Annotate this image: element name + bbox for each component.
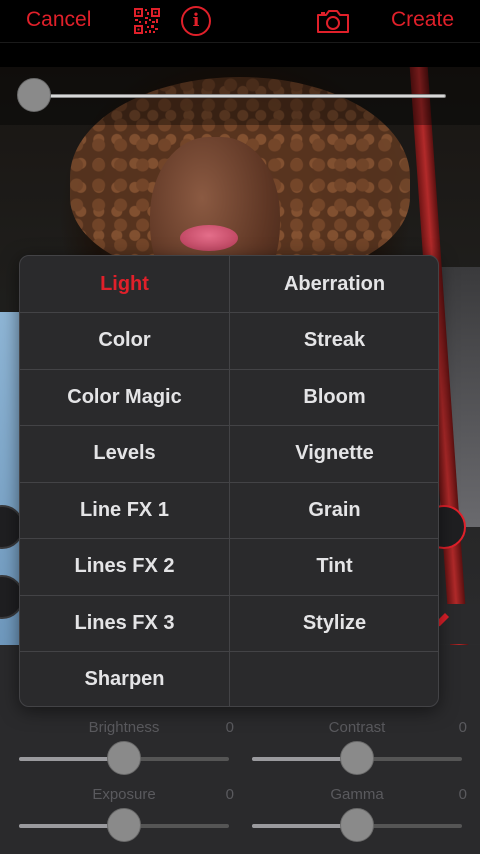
menu-item-sharpen[interactable]: Sharpen	[20, 652, 229, 707]
intensity-slider-track[interactable]	[34, 94, 446, 98]
brightness-value: 0	[225, 719, 234, 736]
menu-item-tint[interactable]: Tint	[230, 539, 438, 595]
brightness-slider-thumb[interactable]	[107, 741, 141, 775]
top-bar: Cancel i Create	[0, 0, 480, 42]
menu-row-divider	[20, 481, 438, 483]
gamma-value: 0	[458, 786, 467, 803]
gamma-slider-track[interactable]	[252, 808, 462, 842]
menu-row-divider	[20, 538, 438, 539]
gamma-label: Gamma	[330, 786, 384, 803]
brightness-label: Brightness	[88, 719, 160, 736]
contrast-slider-track[interactable]	[252, 741, 462, 775]
contrast-label: Contrast	[328, 719, 386, 736]
menu-item-aberration[interactable]: Aberration	[230, 256, 438, 312]
menu-item-color[interactable]: Color	[20, 313, 229, 369]
menu-item-light[interactable]: Light	[20, 256, 229, 312]
menu-item-empty	[230, 652, 438, 707]
camera-icon[interactable]	[316, 8, 350, 34]
exposure-value: 0	[225, 786, 234, 803]
effects-menu: Light Color Color Magic Levels Line FX 1…	[19, 255, 439, 707]
menu-item-grain[interactable]: Grain	[230, 482, 438, 538]
contrast-slider-thumb[interactable]	[340, 741, 374, 775]
toolbar-divider	[0, 42, 480, 67]
menu-item-lines-fx-3[interactable]: Lines FX 3	[20, 595, 229, 651]
exposure-label: Exposure	[92, 786, 156, 803]
menu-row-divider	[20, 594, 438, 596]
qr-code-icon[interactable]	[134, 8, 160, 34]
menu-item-levels[interactable]: Levels	[20, 426, 229, 482]
menu-item-lines-fx-2[interactable]: Lines FX 2	[20, 539, 229, 595]
brightness-slider-track[interactable]	[19, 741, 229, 775]
contrast-value: 0	[458, 719, 467, 736]
menu-item-vignette[interactable]: Vignette	[230, 426, 438, 482]
menu-item-line-fx-1[interactable]: Line FX 1	[20, 482, 229, 538]
lips	[180, 225, 238, 251]
exposure-slider-thumb[interactable]	[107, 808, 141, 842]
menu-row-divider	[20, 425, 438, 426]
exposure-slider-track[interactable]	[19, 808, 229, 842]
info-icon[interactable]: i	[181, 6, 211, 36]
menu-item-bloom[interactable]: Bloom	[230, 369, 438, 425]
intensity-slider-thumb[interactable]	[17, 78, 51, 112]
menu-row-divider	[20, 651, 438, 652]
menu-item-streak[interactable]: Streak	[230, 313, 438, 369]
menu-item-color-magic[interactable]: Color Magic	[20, 369, 229, 425]
menu-row-divider	[20, 368, 438, 370]
cancel-button[interactable]: Cancel	[26, 8, 91, 32]
gamma-slider-thumb[interactable]	[340, 808, 374, 842]
menu-item-stylize[interactable]: Stylize	[230, 595, 438, 651]
create-button[interactable]: Create	[391, 8, 454, 32]
menu-row-divider	[20, 312, 438, 313]
